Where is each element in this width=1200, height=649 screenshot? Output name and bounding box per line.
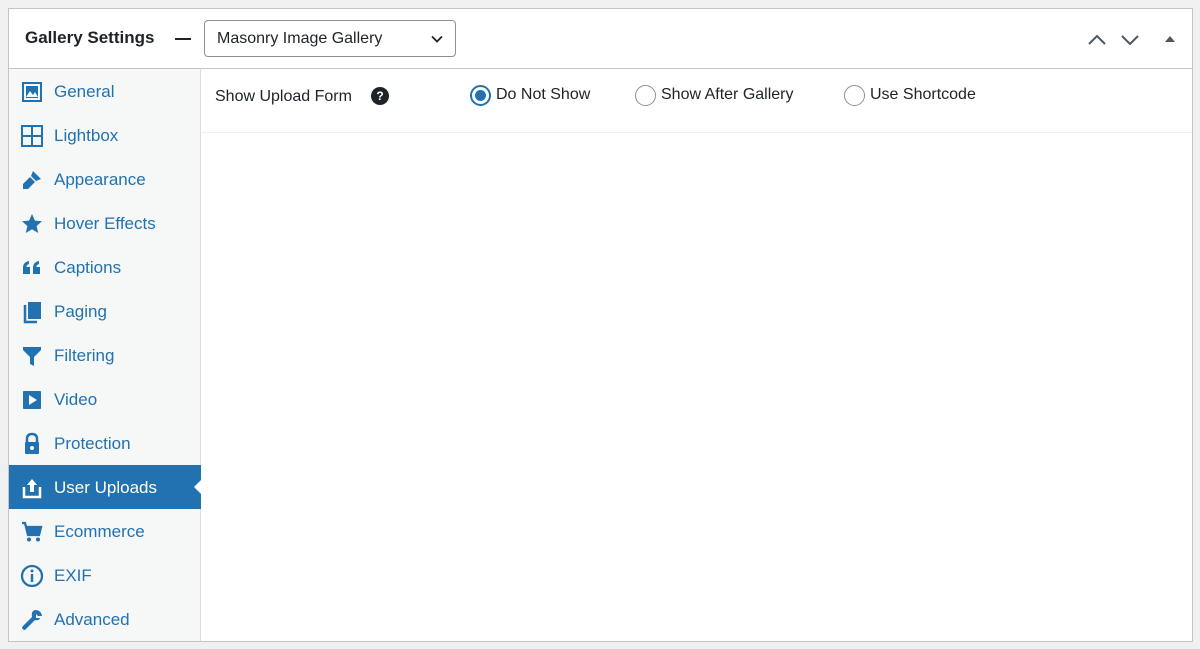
image-icon [22, 82, 42, 102]
info-icon [20, 564, 44, 588]
title-dash [175, 38, 191, 40]
gallery-settings-panel: Gallery Settings Masonry Image Gallery G… [8, 8, 1193, 642]
sidebar-item-exif[interactable]: EXIF [9, 553, 201, 597]
sidebar-item-ecommerce[interactable]: Ecommerce [9, 509, 201, 553]
sidebar-item-paging[interactable]: Paging [9, 289, 201, 333]
sidebar-item-captions[interactable]: Captions [9, 245, 201, 289]
panel-header: Gallery Settings Masonry Image Gallery [9, 9, 1192, 69]
chevron-down-icon [431, 35, 443, 43]
radio-label: Show After Gallery [661, 86, 794, 103]
gallery-type-value: Masonry Image Gallery [217, 29, 383, 47]
wrench-icon [22, 610, 42, 630]
radio-show-after-gallery[interactable]: Show After Gallery [635, 83, 794, 107]
show-upload-form-row: Show Upload Form ? Do Not Show Show Afte… [202, 69, 1192, 133]
grid-icon [21, 125, 43, 147]
video-icon [23, 391, 41, 409]
sidebar-item-advanced[interactable]: Advanced [9, 597, 201, 641]
brush-icon [23, 171, 41, 189]
radio-label: Use Shortcode [870, 86, 976, 103]
star-icon [22, 214, 42, 233]
lock-icon [25, 432, 39, 454]
show-upload-form-label: Show Upload Form [215, 88, 352, 105]
quote-icon [23, 261, 40, 274]
radio-use-shortcode[interactable]: Use Shortcode [844, 83, 976, 107]
settings-sidebar: General Lightbox Appearance Hover Effect… [9, 69, 202, 641]
sidebar-item-video[interactable]: Video [9, 377, 201, 421]
radio-button[interactable] [470, 84, 491, 106]
filter-icon [23, 347, 41, 366]
sidebar-item-hover-effects[interactable]: Hover Effects [9, 201, 201, 245]
move-down-icon[interactable] [1119, 29, 1141, 51]
panel-title: Gallery Settings [25, 28, 155, 47]
pages-icon [23, 302, 41, 324]
help-icon[interactable]: ? [371, 87, 389, 105]
upload-icon [22, 479, 42, 499]
cart-icon [22, 521, 43, 542]
radio-button[interactable] [844, 84, 865, 106]
gallery-type-select[interactable]: Masonry Image Gallery [204, 20, 456, 57]
sidebar-item-lightbox[interactable]: Lightbox [9, 113, 201, 157]
sidebar-item-filtering[interactable]: Filtering [9, 333, 201, 377]
radio-do-not-show[interactable]: Do Not Show [470, 83, 590, 107]
sidebar-item-user-uploads[interactable]: User Uploads [9, 465, 202, 509]
radio-label: Do Not Show [496, 86, 591, 103]
collapse-toggle-icon[interactable] [1159, 29, 1181, 51]
sidebar-item-appearance[interactable]: Appearance [9, 157, 201, 201]
radio-button[interactable] [635, 84, 656, 106]
settings-content: Show Upload Form ? Do Not Show Show Afte… [202, 69, 1192, 641]
sidebar-item-protection[interactable]: Protection [9, 421, 201, 465]
move-up-icon[interactable] [1086, 29, 1108, 51]
sidebar-item-general[interactable]: General [9, 69, 201, 113]
